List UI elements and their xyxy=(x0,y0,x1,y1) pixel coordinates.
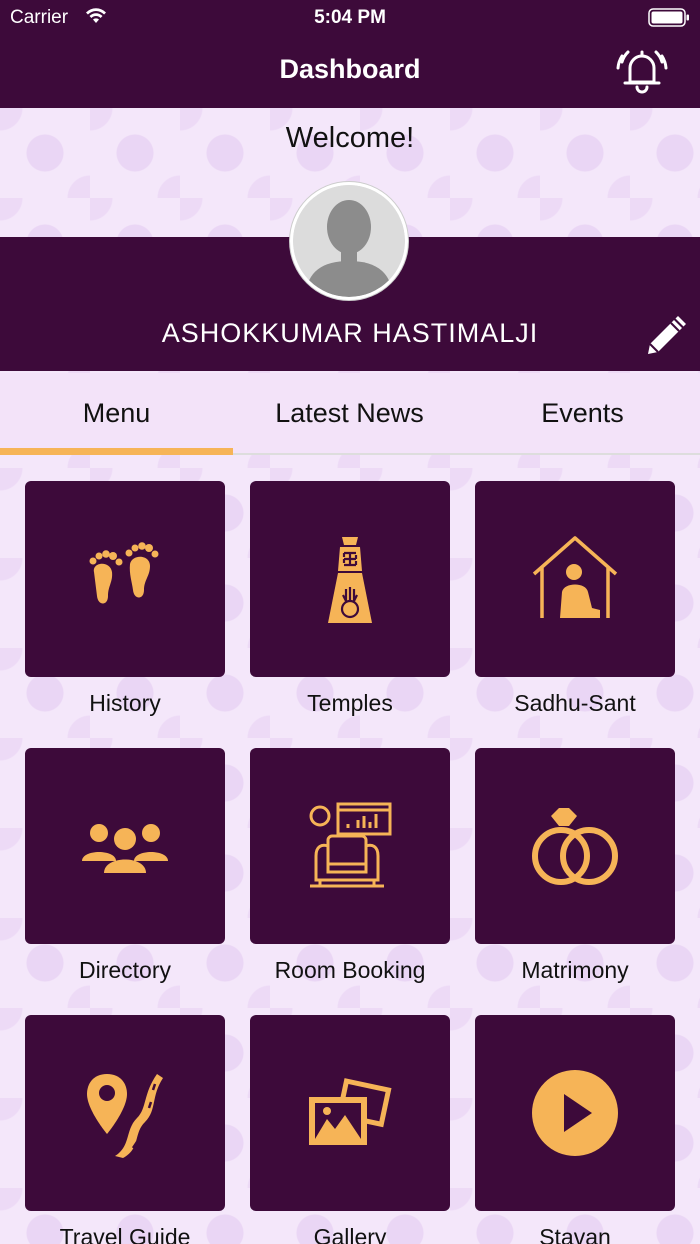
menu-label-gallery: Gallery xyxy=(313,1224,387,1244)
temple-pillar-icon xyxy=(328,537,372,623)
menu-label-room-booking: Room Booking xyxy=(274,957,426,983)
map-pin-road-icon xyxy=(87,1074,163,1158)
tab-bar: Menu Latest News Events xyxy=(0,373,700,455)
tab-events[interactable]: Events xyxy=(466,373,699,455)
menu-tile-travel-guide[interactable] xyxy=(25,1015,225,1211)
clock: 5:04 PM xyxy=(314,7,386,28)
page-title: Dashboard xyxy=(279,54,421,84)
battery-icon xyxy=(648,8,689,27)
user-name: ASHOKKUMAR HASTIMALJI xyxy=(161,318,539,348)
edit-pencil-icon[interactable] xyxy=(642,314,688,360)
active-tab-indicator xyxy=(0,448,233,455)
menu-label-stavan: Stavan xyxy=(539,1224,611,1244)
menu-tile-stavan[interactable] xyxy=(475,1015,675,1211)
welcome-text: Welcome! xyxy=(285,122,415,154)
menu-tile-directory[interactable] xyxy=(25,748,225,944)
menu-label-matrimony: Matrimony xyxy=(521,957,629,983)
rings-icon xyxy=(532,808,618,885)
app-header: Dashboard xyxy=(0,36,700,108)
photos-icon xyxy=(309,1078,392,1145)
menu-tile-history[interactable] xyxy=(25,481,225,677)
menu-tile-room-booking[interactable] xyxy=(250,748,450,944)
status-bar: Carrier 5:04 PM xyxy=(0,0,700,36)
menu-label-sadhu-sant: Sadhu-Sant xyxy=(514,690,636,716)
menu-label-travel-guide: Travel Guide xyxy=(59,1224,191,1244)
play-icon xyxy=(532,1070,618,1156)
menu-label-directory: Directory xyxy=(78,957,171,983)
menu-tile-gallery[interactable] xyxy=(250,1015,450,1211)
menu-label-history: History xyxy=(89,690,161,716)
menu-tile-sadhu-sant[interactable] xyxy=(475,481,675,677)
avatar[interactable] xyxy=(290,182,408,300)
default-user-icon xyxy=(293,185,405,297)
tab-menu[interactable]: Menu xyxy=(0,373,233,455)
tab-latest-news[interactable]: Latest News xyxy=(233,373,466,455)
menu-tile-matrimony[interactable] xyxy=(475,748,675,944)
people-group-icon xyxy=(82,824,168,873)
saint-house-icon xyxy=(532,536,618,618)
footprints-icon xyxy=(89,542,159,604)
notification-bell-icon[interactable] xyxy=(614,42,670,98)
menu-tile-temples[interactable] xyxy=(250,481,450,677)
sofa-room-icon xyxy=(309,802,392,888)
menu-label-temples: Temples xyxy=(307,690,393,716)
